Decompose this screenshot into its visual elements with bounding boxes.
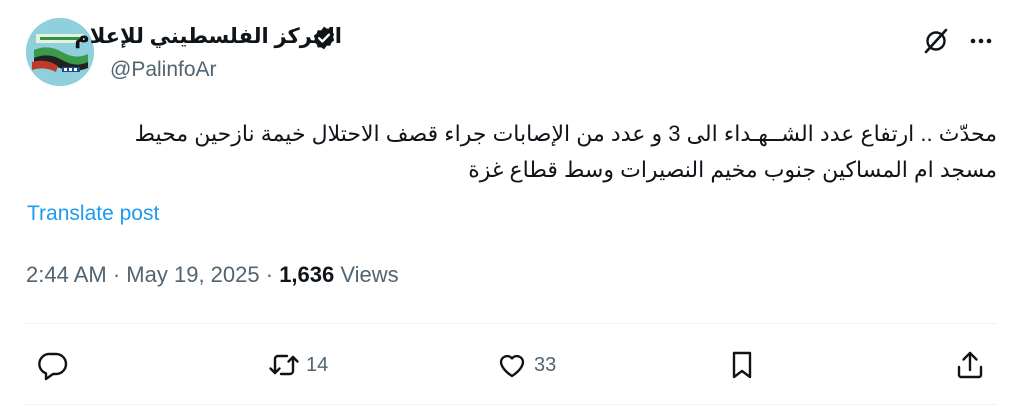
reply-button[interactable] [37,348,69,382]
reply-icon [38,352,68,381]
bookmark-button[interactable] [726,348,758,382]
translate-post-link[interactable]: Translate post [27,202,159,226]
tweet-time[interactable]: 2:44 AM [26,262,107,287]
bookmark-icon [732,351,752,379]
share-button[interactable] [954,348,986,382]
tweet-meta: 2:44 AM · May 19, 2025 · 1,636 Views [26,262,399,288]
retweet-icon [269,354,299,376]
divider [26,404,997,405]
retweet-count: 14 [306,353,329,376]
like-count: 33 [534,353,557,376]
display-name[interactable]: المركز الفلسطيني للإعلام [74,24,342,49]
views-label: Views [340,262,399,287]
tweet-text: محدّث .. ارتفاع عدد الشــهـداء الى 3 و ع… [26,116,997,188]
meta-separator: · [112,262,121,287]
handle[interactable]: @PalinfoAr [110,58,217,82]
divider [26,323,997,324]
tweet-line: مسجد ام المساكين جنوب مخيم النصيرات وسط … [468,157,997,182]
heart-icon [499,354,525,378]
tweet-line: محدّث .. ارتفاع عدد الشــهـداء الى 3 و ع… [134,121,997,146]
share-icon [957,351,983,379]
grok-icon[interactable] [921,26,951,56]
tweet-date[interactable]: May 19, 2025 [126,262,259,287]
like-button[interactable]: 33 [496,348,556,382]
more-icon[interactable] [966,26,996,56]
views-count: 1,636 [279,262,335,287]
meta-separator: · [265,262,274,287]
retweet-button[interactable]: 14 [268,348,328,382]
verified-badge-icon [313,26,335,50]
